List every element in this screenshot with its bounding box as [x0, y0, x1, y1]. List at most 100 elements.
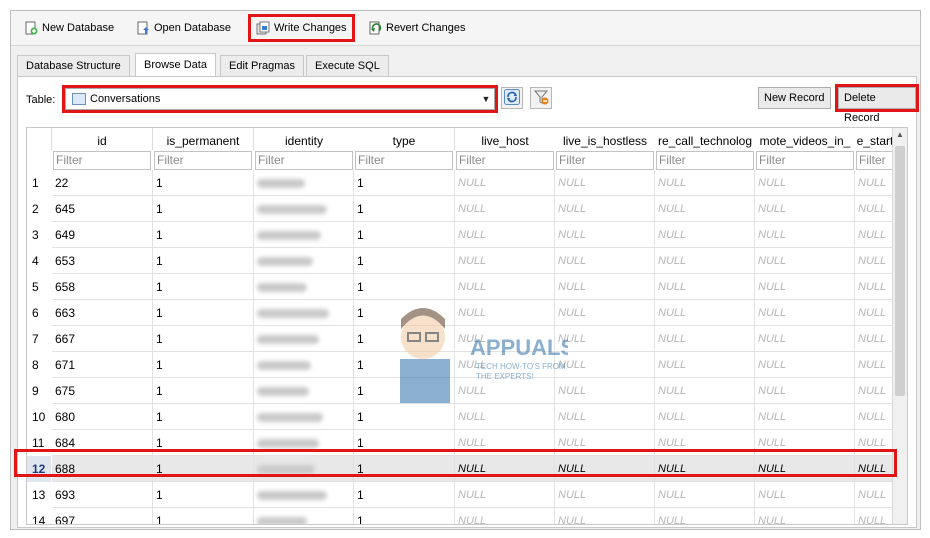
- cell-id[interactable]: 649: [52, 222, 153, 248]
- cell-null[interactable]: NULL: [555, 170, 655, 196]
- row-number[interactable]: 7: [27, 326, 51, 352]
- row-number[interactable]: 12: [27, 456, 51, 482]
- table-row[interactable]: 1 22 1 1 NULL NULL NULL NULL NULL: [27, 170, 895, 196]
- row-number[interactable]: 10: [27, 404, 51, 430]
- cell-type[interactable]: 1: [354, 222, 455, 248]
- scrollbar-thumb[interactable]: [895, 146, 905, 396]
- cell-null[interactable]: NULL: [655, 508, 755, 524]
- cell-type[interactable]: 1: [354, 378, 455, 404]
- cell-identity[interactable]: [254, 508, 354, 524]
- cell-null[interactable]: NULL: [655, 326, 755, 352]
- column-header-remote-videos[interactable]: mote_videos_in_: [755, 128, 856, 150]
- cell-type[interactable]: 1: [354, 326, 455, 352]
- cell-null[interactable]: NULL: [755, 326, 855, 352]
- cell-null[interactable]: NULL: [755, 352, 855, 378]
- cell-is-permanent[interactable]: 1: [153, 378, 254, 404]
- row-number[interactable]: 13: [27, 482, 51, 508]
- cell-null[interactable]: NULL: [655, 300, 755, 326]
- cell-id[interactable]: 653: [52, 248, 153, 274]
- cell-type[interactable]: 1: [354, 430, 455, 456]
- cell-type[interactable]: 1: [354, 482, 455, 508]
- table-row[interactable]: 12 688 1 1 NULL NULL NULL NULL NULL: [27, 456, 895, 482]
- table-row[interactable]: 3 649 1 1 NULL NULL NULL NULL NULL: [27, 222, 895, 248]
- cell-null[interactable]: NULL: [555, 248, 655, 274]
- cell-null[interactable]: NULL: [555, 352, 655, 378]
- write-changes-button[interactable]: Write Changes: [248, 14, 355, 42]
- cell-null[interactable]: NULL: [855, 196, 895, 222]
- cell-is-permanent[interactable]: 1: [153, 170, 254, 196]
- filter-input-type[interactable]: Filter: [355, 151, 453, 170]
- cell-null[interactable]: NULL: [855, 456, 895, 482]
- cell-null[interactable]: NULL: [655, 378, 755, 404]
- cell-null[interactable]: NULL: [455, 170, 555, 196]
- filter-input-remote-videos[interactable]: Filter: [756, 151, 854, 170]
- cell-identity[interactable]: [254, 482, 354, 508]
- cell-null[interactable]: NULL: [755, 456, 855, 482]
- cell-null[interactable]: NULL: [555, 456, 655, 482]
- row-number[interactable]: 8: [27, 352, 51, 378]
- cell-null[interactable]: NULL: [755, 508, 855, 524]
- cell-id[interactable]: 663: [52, 300, 153, 326]
- row-number[interactable]: 14: [27, 508, 51, 524]
- cell-type[interactable]: 1: [354, 196, 455, 222]
- cell-id[interactable]: 688: [52, 456, 153, 482]
- cell-null[interactable]: NULL: [455, 248, 555, 274]
- cell-null[interactable]: NULL: [855, 508, 895, 524]
- cell-identity[interactable]: [254, 248, 354, 274]
- cell-null[interactable]: NULL: [655, 196, 755, 222]
- cell-type[interactable]: 1: [354, 248, 455, 274]
- row-number[interactable]: 1: [27, 170, 51, 196]
- tab-edit-pragmas[interactable]: Edit Pragmas: [220, 55, 305, 76]
- cell-null[interactable]: NULL: [855, 326, 895, 352]
- filter-input-call-technology[interactable]: Filter: [656, 151, 754, 170]
- row-number[interactable]: 4: [27, 248, 51, 274]
- cell-null[interactable]: NULL: [855, 430, 895, 456]
- cell-null[interactable]: NULL: [455, 482, 555, 508]
- table-row[interactable]: 9 675 1 1 NULL NULL NULL NULL NULL: [27, 378, 895, 404]
- cell-is-permanent[interactable]: 1: [153, 222, 254, 248]
- cell-null[interactable]: NULL: [555, 222, 655, 248]
- cell-is-permanent[interactable]: 1: [153, 248, 254, 274]
- cell-null[interactable]: NULL: [655, 404, 755, 430]
- filter-input-id[interactable]: Filter: [53, 151, 151, 170]
- clear-filters-button[interactable]: [530, 87, 552, 109]
- cell-identity[interactable]: [254, 222, 354, 248]
- cell-id[interactable]: 680: [52, 404, 153, 430]
- table-row[interactable]: 13 693 1 1 NULL NULL NULL NULL NULL: [27, 482, 895, 508]
- table-row[interactable]: 11 684 1 1 NULL NULL NULL NULL NULL: [27, 430, 895, 456]
- cell-null[interactable]: NULL: [755, 378, 855, 404]
- cell-is-permanent[interactable]: 1: [153, 404, 254, 430]
- new-database-button[interactable]: New Database: [19, 17, 119, 39]
- cell-null[interactable]: NULL: [655, 248, 755, 274]
- column-header-live-host[interactable]: live_host: [455, 128, 556, 150]
- column-header-type[interactable]: type: [354, 128, 455, 150]
- cell-id[interactable]: 658: [52, 274, 153, 300]
- cell-null[interactable]: NULL: [555, 378, 655, 404]
- cell-null[interactable]: NULL: [555, 482, 655, 508]
- row-number[interactable]: 3: [27, 222, 51, 248]
- cell-id[interactable]: 675: [52, 378, 153, 404]
- new-record-button[interactable]: New Record: [758, 87, 831, 109]
- cell-null[interactable]: NULL: [655, 430, 755, 456]
- filter-input-start[interactable]: Filter: [856, 151, 894, 170]
- scroll-up-icon[interactable]: ▲: [896, 130, 904, 139]
- cell-type[interactable]: 1: [354, 274, 455, 300]
- row-number[interactable]: 11: [27, 430, 51, 456]
- cell-null[interactable]: NULL: [555, 300, 655, 326]
- cell-is-permanent[interactable]: 1: [153, 274, 254, 300]
- cell-id[interactable]: 667: [52, 326, 153, 352]
- tab-database-structure[interactable]: Database Structure: [17, 55, 130, 76]
- cell-null[interactable]: NULL: [855, 352, 895, 378]
- table-row[interactable]: 4 653 1 1 NULL NULL NULL NULL NULL: [27, 248, 895, 274]
- cell-is-permanent[interactable]: 1: [153, 300, 254, 326]
- cell-null[interactable]: NULL: [555, 508, 655, 524]
- cell-id[interactable]: 671: [52, 352, 153, 378]
- cell-null[interactable]: NULL: [455, 378, 555, 404]
- cell-identity[interactable]: [254, 196, 354, 222]
- revert-changes-button[interactable]: Revert Changes: [363, 17, 471, 39]
- table-row[interactable]: 5 658 1 1 NULL NULL NULL NULL NULL: [27, 274, 895, 300]
- cell-type[interactable]: 1: [354, 456, 455, 482]
- table-row[interactable]: 6 663 1 1 NULL NULL NULL NULL NULL: [27, 300, 895, 326]
- cell-identity[interactable]: [254, 170, 354, 196]
- row-number[interactable]: 6: [27, 300, 51, 326]
